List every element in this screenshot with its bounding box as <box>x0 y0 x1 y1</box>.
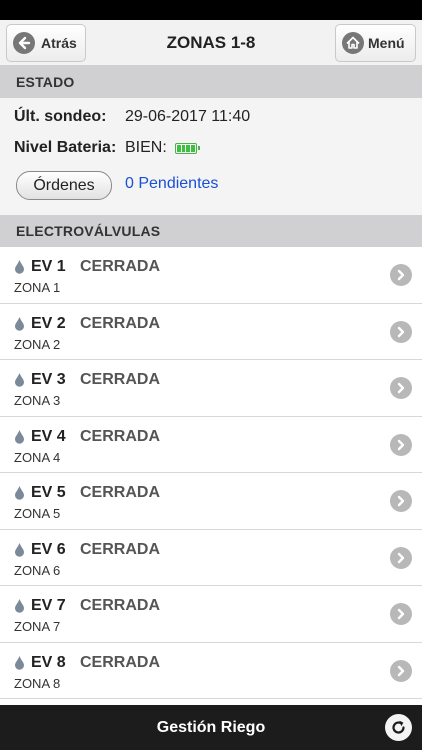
valve-name: EV 2 <box>31 314 66 332</box>
page-title: ZONAS 1-8 <box>166 33 256 52</box>
valve-name: EV 3 <box>31 371 66 388</box>
nivel-bateria-value: BIEN: <box>125 139 167 156</box>
water-drop-icon <box>15 542 24 557</box>
valve-state: CERRADA <box>80 258 160 275</box>
chevron-right-circle-icon[interactable] <box>390 603 412 625</box>
estado-section-header: ESTADO <box>0 66 422 98</box>
estado-panel: Últ. sondeo: 29-06-2017 11:40 Nivel Bate… <box>0 98 422 215</box>
menu-button-label: Menú <box>368 35 405 51</box>
water-drop-icon <box>15 655 24 670</box>
valve-name: EV 5 <box>31 484 66 501</box>
valve-zone: ZONA 3 <box>14 393 61 408</box>
chevron-right-circle-icon[interactable] <box>390 320 412 343</box>
battery-full-icon <box>174 142 200 154</box>
list-item[interactable]: EV 5 CERRADA ZONA 5 <box>0 473 422 530</box>
bottom-bar: Gestión Riego <box>0 705 422 750</box>
valve-name: EV 7 <box>31 597 66 614</box>
electrovalvulas-section-header: ELECTROVÁLVULAS <box>0 215 422 247</box>
nivel-bateria-label: Nivel Bateria: <box>14 139 117 156</box>
list-item[interactable]: EV 1 CERRADA ZONA 1 <box>0 247 422 304</box>
arrow-left-circle-icon <box>13 32 35 54</box>
chevron-right-circle-icon[interactable] <box>390 377 412 399</box>
valve-state: CERRADA <box>80 371 160 388</box>
valve-zone: ZONA 5 <box>14 506 61 521</box>
valve-name: EV 1 <box>31 258 66 275</box>
refresh-button[interactable] <box>385 714 412 741</box>
menu-button[interactable]: Menú <box>335 24 416 62</box>
valve-name: EV 6 <box>31 540 66 558</box>
valve-name: EV 8 <box>31 653 66 671</box>
ult-sondeo-row: Últ. sondeo: 29-06-2017 11:40 <box>14 108 250 126</box>
valve-name: EV 4 <box>31 427 66 445</box>
valve-state: CERRADA <box>80 427 160 445</box>
refresh-icon <box>392 720 405 734</box>
valve-state: CERRADA <box>80 484 160 501</box>
chevron-right-circle-icon[interactable] <box>390 546 412 569</box>
valve-zone: ZONA 1 <box>14 280 61 295</box>
navigation-bar: Atrás ZONAS 1-8 Menú <box>0 20 422 66</box>
chevron-right-circle-icon[interactable] <box>390 490 412 512</box>
list-item[interactable]: EV 2 CERRADA ZONA 2 <box>0 303 422 360</box>
list-item[interactable]: EV 4 CERRADA ZONA 4 <box>0 416 422 473</box>
nivel-bateria-row: Nivel Bateria: BIEN: <box>14 139 200 157</box>
water-drop-icon <box>15 486 24 500</box>
bottom-bar-title: Gestión Riego <box>156 719 266 736</box>
home-icon <box>342 32 364 54</box>
list-item[interactable]: EV 8 CERRADA ZONA 8 <box>0 642 422 699</box>
valve-zone: ZONA 7 <box>14 619 61 634</box>
pendientes-link[interactable]: 0 Pendientes <box>125 175 218 193</box>
ordenes-button[interactable]: Órdenes <box>16 171 112 200</box>
back-button-label: Atrás <box>41 35 77 51</box>
chevron-right-circle-icon[interactable] <box>390 659 412 682</box>
water-drop-icon <box>15 316 24 331</box>
list-item[interactable]: EV 6 CERRADA ZONA 6 <box>0 529 422 586</box>
list-item[interactable]: EV 3 CERRADA ZONA 3 <box>0 360 422 417</box>
valve-state: CERRADA <box>80 653 160 671</box>
valve-zone: ZONA 4 <box>14 449 61 465</box>
valve-zone: ZONA 8 <box>14 675 61 691</box>
list-item[interactable]: EV 7 CERRADA ZONA 7 <box>0 586 422 643</box>
valve-zone: ZONA 6 <box>14 562 61 578</box>
back-button[interactable]: Atrás <box>6 24 86 62</box>
chevron-right-circle-icon[interactable] <box>390 433 412 456</box>
water-drop-icon <box>15 260 24 274</box>
valve-zone: ZONA 2 <box>14 336 61 352</box>
valve-state: CERRADA <box>80 314 160 332</box>
chevron-right-circle-icon[interactable] <box>390 264 412 286</box>
ult-sondeo-label: Últ. sondeo: <box>14 108 107 125</box>
electrovalvulas-list: EV 1 CERRADA ZONA 1 EV 2 CERRADA ZONA 2 … <box>0 247 422 699</box>
water-drop-icon <box>15 599 24 613</box>
water-drop-icon <box>15 373 24 387</box>
water-drop-icon <box>15 429 24 444</box>
valve-state: CERRADA <box>80 540 160 558</box>
ult-sondeo-value: 29-06-2017 11:40 <box>125 108 251 125</box>
status-bar <box>0 0 422 20</box>
valve-state: CERRADA <box>80 597 160 614</box>
